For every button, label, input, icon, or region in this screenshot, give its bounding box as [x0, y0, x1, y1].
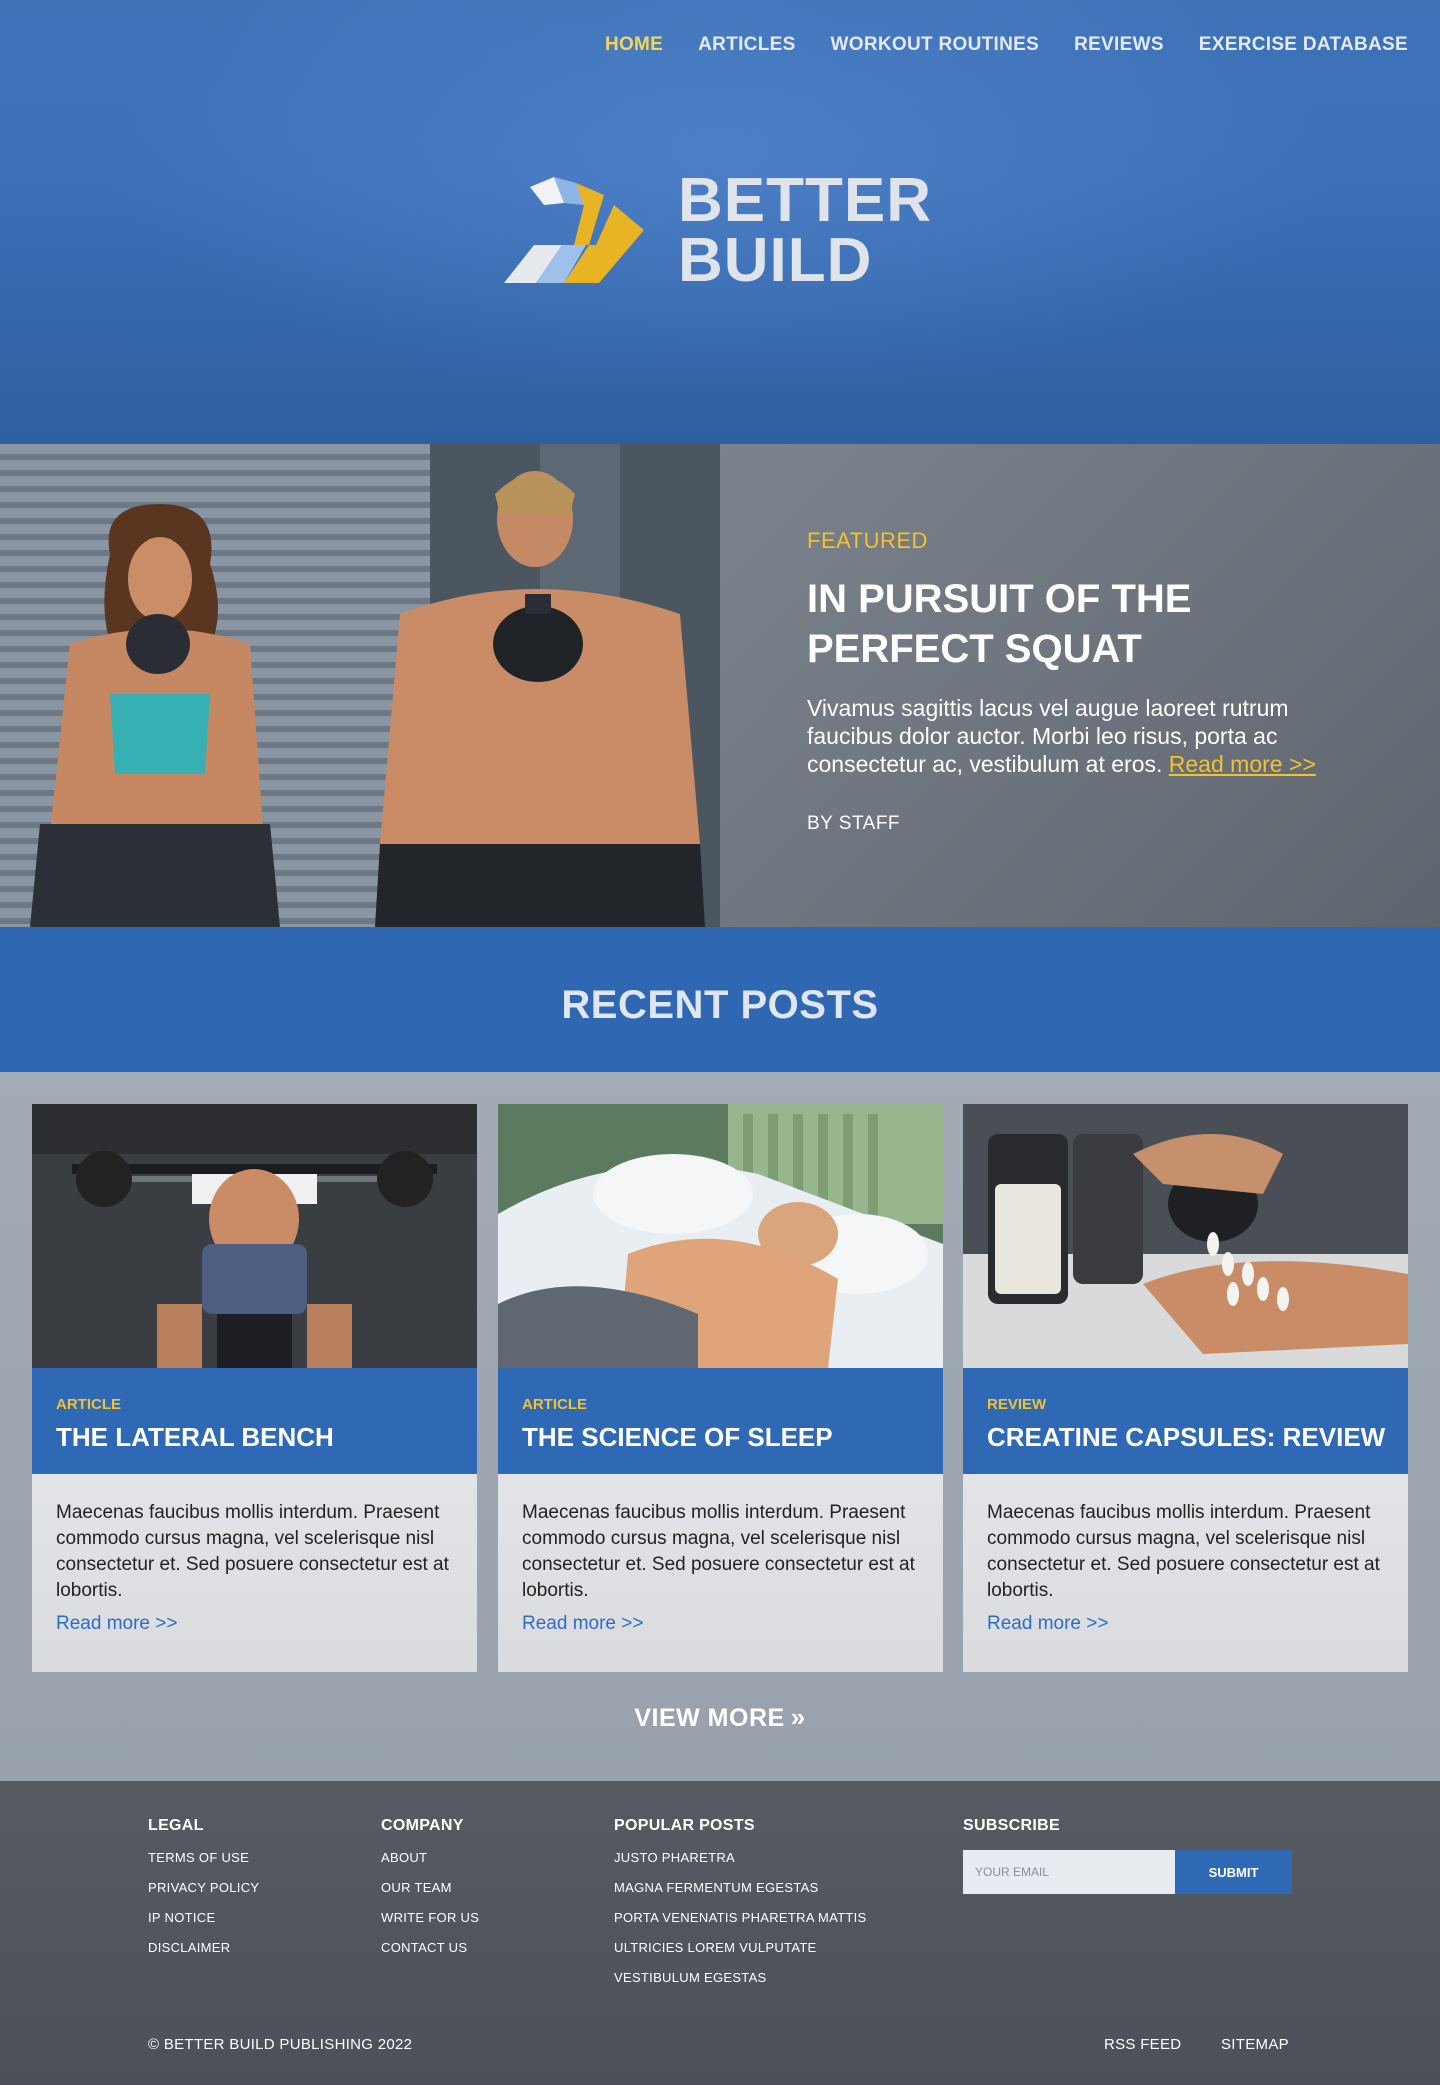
featured-description: Vivamus sagittis lacus vel augue laoreet…	[807, 694, 1367, 778]
post-excerpt: Maecenas faucibus mollis interdum. Praes…	[987, 1502, 1380, 1601]
sitemap-link[interactable]: SITEMAP	[1221, 2036, 1289, 2053]
footer-popular-posts: POPULAR POSTS JUSTO PHARETRA MAGNA FERME…	[614, 1817, 867, 2000]
footer-link[interactable]: DISCLAIMER	[148, 1940, 259, 1955]
footer-link[interactable]: MAGNA FERMENTUM EGESTAS	[614, 1880, 867, 1895]
post-card: ARTICLE THE LATERAL BENCH Maecenas fauci…	[32, 1104, 477, 1672]
featured-photo-illustration	[0, 444, 720, 927]
subscribe-form: SUBMIT	[963, 1850, 1292, 1894]
recent-posts-grid: ARTICLE THE LATERAL BENCH Maecenas fauci…	[0, 1072, 1440, 1781]
footer-link[interactable]: CONTACT US	[381, 1940, 479, 1955]
logo-mark-icon	[504, 177, 644, 283]
post-image[interactable]	[963, 1104, 1408, 1368]
footer-heading: SUBSCRIBE	[963, 1817, 1060, 1834]
footer-link[interactable]: ABOUT	[381, 1850, 479, 1865]
post-image[interactable]	[32, 1104, 477, 1368]
main-nav: HOME ARTICLES WORKOUT ROUTINES REVIEWS E…	[605, 34, 1408, 56]
email-field[interactable]	[963, 1850, 1175, 1894]
footer-legal: LEGAL TERMS OF USE PRIVACY POLICY IP NOT…	[148, 1817, 259, 1970]
footer-heading: POPULAR POSTS	[614, 1817, 755, 1834]
footer-link[interactable]: ULTRICIES LOREM VULPUTATE	[614, 1940, 867, 1955]
site-logo[interactable]: BETTER BUILD	[504, 170, 944, 293]
post-category: ARTICLE	[522, 1396, 587, 1413]
footer-link[interactable]: JUSTO PHARETRA	[614, 1850, 867, 1865]
featured-author: BY STAFF	[807, 813, 901, 834]
nav-home[interactable]: HOME	[605, 34, 663, 56]
nav-reviews[interactable]: REVIEWS	[1074, 34, 1164, 56]
post-title[interactable]: CREATINE CAPSULES: REVIEW	[987, 1422, 1385, 1453]
logo-wordmark: BETTER BUILD	[678, 166, 932, 295]
footer-link[interactable]: VESTIBULUM EGESTAS	[614, 1970, 867, 1985]
footer-heading: COMPANY	[381, 1817, 464, 1834]
sleeping-man-illustration	[498, 1104, 943, 1368]
post-header: ARTICLE THE LATERAL BENCH	[32, 1368, 477, 1474]
site-footer: LEGAL TERMS OF USE PRIVACY POLICY IP NOT…	[0, 1781, 1440, 2085]
post-title[interactable]: THE SCIENCE OF SLEEP	[522, 1422, 833, 1453]
view-more-label: VIEW MORE	[634, 1704, 785, 1732]
logo-line-2: BUILD	[678, 226, 873, 295]
nav-exercise-database[interactable]: EXERCISE DATABASE	[1199, 34, 1408, 56]
featured-title[interactable]: IN PURSUIT OF THE PERFECT SQUAT	[807, 574, 1367, 674]
supplement-capsules-illustration	[963, 1104, 1408, 1368]
post-category: REVIEW	[987, 1396, 1047, 1413]
featured-panel: FEATURED IN PURSUIT OF THE PERFECT SQUAT…	[720, 444, 1440, 927]
view-more-button[interactable]: VIEW MORE»	[0, 1702, 1440, 1733]
site-header: HOME ARTICLES WORKOUT ROUTINES REVIEWS E…	[0, 0, 1440, 444]
footer-link[interactable]: TERMS OF USE	[148, 1850, 259, 1865]
post-card: ARTICLE THE SCIENCE OF SLEEP Maecenas fa…	[498, 1104, 943, 1672]
post-read-more-link[interactable]: Read more >>	[522, 1613, 643, 1635]
post-read-more-link[interactable]: Read more >>	[987, 1613, 1108, 1635]
footer-heading: LEGAL	[148, 1817, 204, 1834]
post-header: ARTICLE THE SCIENCE OF SLEEP	[498, 1368, 943, 1474]
post-body: Maecenas faucibus mollis interdum. Praes…	[963, 1474, 1408, 1672]
footer-link[interactable]: PORTA VENENATIS PHARETRA MATTIS	[614, 1910, 867, 1925]
footer-company: COMPANY ABOUT OUR TEAM WRITE FOR US CONT…	[381, 1817, 479, 1970]
double-chevron-right-icon: »	[790, 1702, 806, 1732]
featured-image[interactable]	[0, 444, 720, 927]
featured-label: FEATURED	[807, 528, 928, 553]
recent-posts-title: RECENT POSTS	[561, 983, 879, 1027]
post-body: Maecenas faucibus mollis interdum. Praes…	[32, 1474, 477, 1672]
post-read-more-link[interactable]: Read more >>	[56, 1613, 177, 1635]
rss-feed-link[interactable]: RSS FEED	[1104, 2036, 1181, 2053]
post-category: ARTICLE	[56, 1396, 121, 1413]
logo-line-1: BETTER	[678, 166, 932, 235]
copyright-text: © BETTER BUILD PUBLISHING 2022	[148, 2036, 413, 2053]
post-excerpt: Maecenas faucibus mollis interdum. Praes…	[522, 1502, 915, 1601]
footer-link[interactable]: PRIVACY POLICY	[148, 1880, 259, 1895]
post-excerpt: Maecenas faucibus mollis interdum. Praes…	[56, 1502, 449, 1601]
bench-press-illustration	[32, 1104, 477, 1368]
footer-subscribe: SUBSCRIBE SUBMIT	[963, 1817, 1292, 1894]
post-card: REVIEW CREATINE CAPSULES: REVIEW Maecena…	[963, 1104, 1408, 1672]
post-title[interactable]: THE LATERAL BENCH	[56, 1422, 334, 1453]
recent-posts-header: RECENT POSTS	[0, 927, 1440, 1072]
footer-link[interactable]: WRITE FOR US	[381, 1910, 479, 1925]
footer-link[interactable]: IP NOTICE	[148, 1910, 259, 1925]
nav-articles[interactable]: ARTICLES	[698, 34, 795, 56]
post-image[interactable]	[498, 1104, 943, 1368]
submit-button[interactable]: SUBMIT	[1175, 1850, 1292, 1894]
featured-read-more-link[interactable]: Read more >>	[1169, 751, 1316, 777]
post-body: Maecenas faucibus mollis interdum. Praes…	[498, 1474, 943, 1672]
nav-workout-routines[interactable]: WORKOUT ROUTINES	[831, 34, 1040, 56]
featured-section: FEATURED IN PURSUIT OF THE PERFECT SQUAT…	[0, 444, 1440, 927]
footer-link[interactable]: OUR TEAM	[381, 1880, 479, 1895]
post-header: REVIEW CREATINE CAPSULES: REVIEW	[963, 1368, 1408, 1474]
